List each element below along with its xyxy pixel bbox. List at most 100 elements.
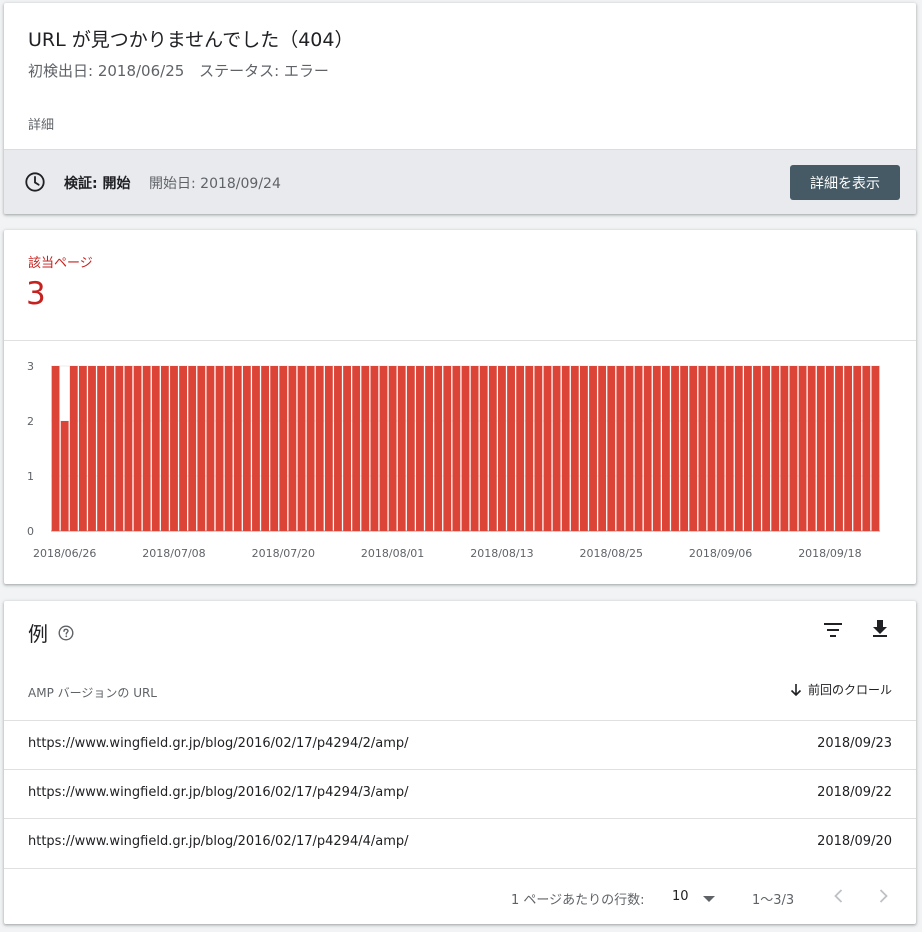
chart-bar[interactable]: [343, 366, 351, 531]
chart-bar[interactable]: [835, 366, 843, 531]
chart-bar[interactable]: [434, 366, 443, 531]
chart-bar[interactable]: [188, 366, 197, 531]
chart-bar[interactable]: [51, 366, 60, 531]
chart-bar[interactable]: [160, 366, 169, 531]
chart-bar[interactable]: [479, 366, 488, 531]
chart-bar[interactable]: [543, 366, 552, 531]
chart-bar[interactable]: [397, 366, 406, 531]
chart-bar[interactable]: [270, 366, 279, 531]
chart-bar[interactable]: [871, 366, 880, 531]
chart-bar[interactable]: [470, 366, 479, 531]
chart-bar[interactable]: [297, 366, 306, 531]
chart-bar[interactable]: [461, 366, 470, 531]
chart-bar[interactable]: [643, 366, 652, 531]
chart-bar[interactable]: [151, 366, 160, 531]
chart-bar[interactable]: [652, 366, 661, 531]
chart-bar[interactable]: [516, 366, 525, 531]
chart-bar[interactable]: [771, 366, 780, 531]
chart-bar[interactable]: [170, 366, 178, 531]
chart-bar[interactable]: [352, 366, 361, 531]
chart-bar[interactable]: [853, 366, 862, 531]
chart-bar[interactable]: [252, 366, 260, 531]
chart-bar[interactable]: [78, 366, 87, 531]
chart-bar[interactable]: [616, 366, 625, 531]
chart-bar[interactable]: [443, 366, 452, 531]
chart-bar[interactable]: [379, 366, 388, 531]
chart-bar[interactable]: [789, 366, 798, 531]
chart-bar[interactable]: [142, 366, 151, 531]
chart-bar[interactable]: [844, 366, 853, 531]
chart-bar[interactable]: [315, 366, 324, 531]
column-header-last-crawl[interactable]: 前回のクロール: [790, 681, 892, 698]
chart-bar[interactable]: [416, 366, 424, 531]
chart-bar[interactable]: [215, 366, 224, 531]
chart-bar[interactable]: [680, 366, 689, 531]
chart-bar[interactable]: [561, 366, 570, 531]
chart-bar[interactable]: [698, 366, 707, 531]
chart-bar[interactable]: [689, 366, 698, 531]
chart-bar[interactable]: [224, 366, 233, 531]
chart-bar[interactable]: [88, 366, 96, 531]
chart-bar[interactable]: [862, 366, 871, 531]
chart-bar[interactable]: [233, 366, 242, 531]
chart-bar[interactable]: [124, 366, 133, 531]
chart-bar[interactable]: [753, 366, 761, 531]
caret-down-icon[interactable]: [702, 895, 716, 903]
chart-bar[interactable]: [97, 366, 106, 531]
chart-bar[interactable]: [816, 366, 825, 531]
rows-per-page-select[interactable]: 10: [672, 889, 689, 904]
chart-bar[interactable]: [197, 366, 206, 531]
chart-bar[interactable]: [825, 366, 834, 531]
chart-bar[interactable]: [552, 366, 561, 531]
chevron-right-icon[interactable]: [874, 887, 892, 905]
chart-bar[interactable]: [306, 366, 315, 531]
chart-bar[interactable]: [179, 366, 188, 531]
chart-bar[interactable]: [507, 366, 515, 531]
chart-bar[interactable]: [261, 366, 269, 531]
chart-bar[interactable]: [288, 366, 297, 531]
chart-bar[interactable]: [807, 366, 816, 531]
chart-bar[interactable]: [707, 366, 716, 531]
chart-bar[interactable]: [206, 366, 215, 531]
chart-bar[interactable]: [370, 366, 379, 531]
table-row[interactable]: https://www.wingfield.gr.jp/blog/2016/02…: [4, 818, 916, 867]
chevron-left-icon[interactable]: [830, 887, 848, 905]
chart-bar[interactable]: [388, 366, 397, 531]
chart-bar[interactable]: [734, 366, 743, 531]
chart-bar[interactable]: [452, 366, 461, 531]
chart-bar[interactable]: [580, 366, 588, 531]
chart-bar[interactable]: [671, 366, 679, 531]
chart-bar[interactable]: [725, 366, 734, 531]
chart-bar[interactable]: [525, 366, 534, 531]
chart-bar[interactable]: [60, 421, 69, 531]
chart-bar[interactable]: [425, 366, 433, 531]
chart-bar[interactable]: [406, 366, 415, 531]
chart-bar[interactable]: [279, 366, 288, 531]
chart-bar[interactable]: [534, 366, 543, 531]
chart-bar[interactable]: [242, 366, 251, 531]
show-details-button[interactable]: 詳細を表示: [790, 165, 900, 200]
chart-bar[interactable]: [634, 366, 643, 531]
chart-bar[interactable]: [598, 366, 607, 531]
chart-bar[interactable]: [798, 366, 807, 531]
download-icon[interactable]: [869, 617, 891, 639]
chart-bar[interactable]: [743, 366, 752, 531]
chart-bar[interactable]: [589, 366, 597, 531]
chart-bar[interactable]: [106, 366, 115, 531]
chart-bar[interactable]: [716, 366, 725, 531]
chart-bar[interactable]: [662, 366, 670, 531]
help-circle-icon[interactable]: [58, 625, 74, 641]
chart-bar[interactable]: [780, 366, 789, 531]
chart-bar[interactable]: [498, 366, 506, 531]
chart-bar[interactable]: [69, 366, 78, 531]
chart-bar[interactable]: [115, 366, 124, 531]
chart-bar[interactable]: [570, 366, 579, 531]
table-row[interactable]: https://www.wingfield.gr.jp/blog/2016/02…: [4, 769, 916, 818]
table-row[interactable]: https://www.wingfield.gr.jp/blog/2016/02…: [4, 720, 916, 769]
chart-bar[interactable]: [607, 366, 616, 531]
chart-bar[interactable]: [133, 366, 142, 531]
chart-bar[interactable]: [762, 366, 771, 531]
chart-bar[interactable]: [361, 366, 370, 531]
filter-icon[interactable]: [822, 619, 844, 641]
chart-bar[interactable]: [625, 366, 634, 531]
